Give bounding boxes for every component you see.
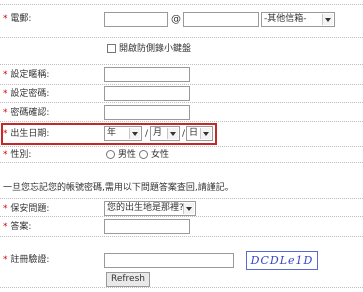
virtual-keyboard-label: 開啟防側錄小鍵盤 — [119, 44, 192, 54]
required-mark: * — [3, 70, 8, 80]
required-mark: * — [3, 255, 8, 265]
separator — [0, 4, 363, 5]
captcha-label: * 註冊驗證: — [3, 255, 50, 265]
security-note: 一旦您忘記您的帳號密碼,需用以下問題答案查回,請謹記。 — [3, 183, 234, 193]
separator — [0, 216, 363, 217]
separator — [0, 236, 363, 237]
gender-male-label: 男性 — [118, 150, 137, 160]
security-question-label: * 保安問題: — [3, 204, 50, 214]
gender-female-label: 女性 — [151, 150, 170, 160]
chevron-down-icon — [322, 14, 333, 25]
birth-day-select[interactable]: 日 — [186, 126, 213, 141]
security-question-select[interactable]: 您的出生地是那裡? — [104, 201, 196, 216]
chevron-down-icon — [129, 128, 140, 139]
birth-month-select[interactable]: 月 — [150, 126, 180, 141]
required-mark: * — [3, 108, 8, 118]
chevron-down-icon — [183, 203, 194, 214]
confirm-password-label: * 密碼確認: — [3, 108, 50, 118]
birth-year-select[interactable]: 年 — [104, 126, 142, 141]
required-mark: * — [3, 150, 8, 160]
email-domain-input[interactable] — [183, 12, 259, 27]
birthdate-label: * 出生日期: — [3, 129, 50, 139]
answer-label: * 答案: — [3, 222, 32, 232]
required-mark: * — [3, 129, 8, 139]
required-mark: * — [3, 89, 8, 99]
required-mark: * — [3, 222, 8, 232]
chevron-down-icon — [167, 128, 178, 139]
separator — [0, 162, 363, 163]
separator — [0, 37, 363, 38]
separator — [0, 146, 363, 147]
username-input[interactable] — [104, 67, 190, 82]
captcha-input[interactable] — [104, 253, 234, 268]
required-mark: * — [3, 14, 8, 24]
virtual-keyboard-checkbox[interactable] — [107, 44, 116, 53]
confirm-password-input[interactable] — [104, 105, 190, 120]
separator — [0, 198, 363, 199]
username-label: * 設定暱稱: — [3, 70, 50, 80]
email-user-input[interactable] — [104, 12, 168, 27]
separator — [0, 287, 363, 288]
date-separator: / — [182, 129, 186, 139]
password-input[interactable] — [104, 86, 190, 101]
answer-input[interactable] — [104, 219, 190, 234]
captcha-image: DCDLe1D — [246, 251, 318, 270]
email-domain-select[interactable]: -其他信箱- — [261, 12, 335, 27]
separator — [0, 102, 363, 103]
gender-label: * 性別: — [3, 150, 32, 160]
password-label: * 設定密碼: — [3, 89, 50, 99]
gender-male-radio[interactable] — [106, 150, 115, 159]
separator — [0, 121, 363, 122]
chevron-down-icon — [200, 128, 211, 139]
gender-female-radio[interactable] — [139, 150, 148, 159]
date-separator: / — [145, 129, 149, 139]
required-mark: * — [3, 204, 8, 214]
separator — [0, 64, 363, 65]
email-label: * 電郵: — [3, 14, 32, 24]
at-sign: @ — [171, 14, 181, 25]
separator — [0, 84, 363, 85]
captcha-refresh-button[interactable]: Refresh — [106, 272, 150, 287]
